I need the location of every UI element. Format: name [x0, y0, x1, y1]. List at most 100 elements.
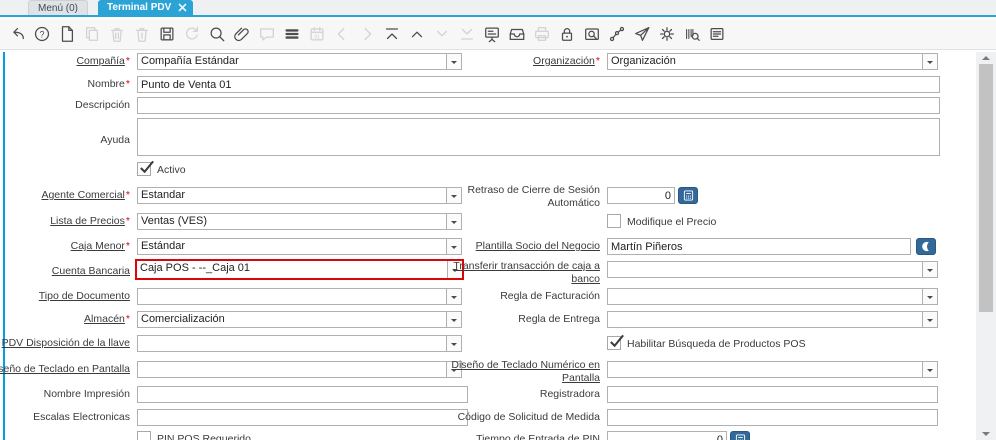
tipo-documento-label[interactable]: Tipo de Documento — [0, 290, 130, 303]
almacen-label[interactable]: Almacén* — [0, 313, 130, 326]
ayuda-textarea[interactable] — [137, 118, 940, 156]
compania-combobox[interactable]: Compañía Estándar — [137, 53, 462, 70]
copy-record-button — [83, 25, 101, 43]
transferir-combobox[interactable] — [607, 261, 938, 278]
transferir-value — [608, 262, 922, 277]
nombre-label: Nombre* — [87, 78, 130, 90]
lista-precios-label[interactable]: Lista de Precios* — [0, 215, 130, 228]
almacen-combobox[interactable]: Comercialización — [137, 311, 462, 328]
scroll-down-icon[interactable] — [982, 432, 990, 436]
habilitar-busqueda-checkbox[interactable] — [607, 334, 624, 350]
presentation-button[interactable] — [483, 25, 501, 43]
tipo-documento-value — [138, 289, 446, 304]
cuenta-bancaria-label[interactable]: Cuenta Bancaria — [0, 265, 130, 278]
grid-toggle-button[interactable] — [283, 25, 301, 43]
tiempo-pin-calculator-button[interactable] — [730, 431, 750, 440]
escalas-input[interactable] — [137, 409, 468, 426]
report-icon — [708, 25, 726, 43]
transferir-dropdown-arrow-icon[interactable] — [922, 262, 937, 277]
new-record-button[interactable] — [58, 25, 76, 43]
help-button[interactable]: ? — [33, 25, 51, 43]
teclado-pantalla-label[interactable]: Diseño de Teclado en Pantalla — [0, 363, 130, 376]
retraso-calculator-button[interactable] — [678, 187, 698, 204]
regla-entrega-dropdown-arrow-icon[interactable] — [922, 312, 937, 327]
required-marker: * — [595, 55, 600, 67]
print-icon — [533, 25, 551, 43]
close-tab-icon[interactable] — [178, 3, 187, 12]
undo-button[interactable] — [8, 25, 26, 43]
caja-menor-combobox[interactable]: Estándar — [137, 238, 462, 255]
first-record-button[interactable] — [383, 25, 401, 43]
grid-toggle-icon — [283, 25, 301, 43]
teclado-numerico-dropdown-arrow-icon[interactable] — [922, 362, 937, 377]
scroll-up-icon[interactable] — [982, 56, 990, 60]
tiempo-pin-input[interactable] — [607, 431, 727, 440]
pdv-llave-label[interactable]: PDV Disposición de la llave — [0, 337, 130, 350]
plantilla-input[interactable] — [607, 238, 911, 255]
lock-button[interactable] — [558, 25, 576, 43]
calendar-icon: 31 — [308, 25, 326, 43]
nombre-impresion-input[interactable] — [137, 386, 468, 403]
required-marker: * — [125, 313, 130, 325]
plantilla-record-button[interactable] — [916, 238, 936, 255]
organizacion-combobox[interactable]: Organización — [607, 53, 938, 70]
caja-menor-label[interactable]: Caja Menor* — [0, 240, 130, 253]
tab-terminal-pdv-label: Terminal PDV — [107, 2, 172, 13]
transferir-label[interactable]: Transferir transacción de caja a banco — [430, 260, 600, 286]
settings-button[interactable] — [658, 25, 676, 43]
teclado-pantalla-combobox[interactable] — [137, 361, 462, 378]
nombre-input[interactable] — [137, 76, 940, 93]
regla-entrega-combobox[interactable] — [607, 311, 938, 328]
svg-text:?: ? — [39, 29, 44, 39]
tipo-documento-combobox[interactable] — [137, 288, 462, 305]
teclado-pantalla-value — [138, 362, 446, 377]
agente-comercial-combobox[interactable]: Estandar — [137, 187, 462, 204]
delete-record-icon — [108, 25, 126, 43]
codigo-solicitud-label: Código de Solicitud de Medida — [457, 411, 600, 423]
delete-selection-icon — [133, 25, 151, 43]
codigo-solicitud-input[interactable] — [607, 409, 938, 426]
activo-label: Activo — [157, 164, 186, 176]
workflow-button[interactable] — [608, 25, 626, 43]
regla-facturacion-combobox[interactable] — [607, 288, 938, 305]
tab-terminal-pdv[interactable]: Terminal PDV — [98, 0, 194, 15]
teclado-numerico-label[interactable]: Diseño de Teclado Numérico en Pantalla — [430, 359, 600, 385]
pdv-llave-dropdown-arrow-icon[interactable] — [446, 336, 461, 351]
toolbar: ? 31 — [0, 19, 996, 50]
compania-label[interactable]: Compañía* — [0, 55, 130, 68]
teclado-numerico-combobox[interactable] — [607, 361, 938, 378]
activo-checkbox[interactable] — [137, 160, 154, 176]
descripcion-input[interactable] — [137, 97, 940, 114]
plantilla-label[interactable]: Plantilla Socio del Negocio — [430, 240, 600, 253]
regla-entrega-label: Regla de Entrega — [518, 313, 600, 325]
barcode-scan-button[interactable] — [683, 25, 701, 43]
retraso-input[interactable] — [607, 187, 675, 204]
lista-precios-dropdown-arrow-icon[interactable] — [446, 214, 461, 229]
report-button[interactable] — [708, 25, 726, 43]
pin-requerido-checkbox[interactable] — [137, 431, 151, 440]
lista-precios-combobox[interactable]: Ventas (VES) — [137, 213, 462, 230]
tab-bar: Menú (0) Terminal PDV — [0, 0, 996, 17]
regla-facturacion-dropdown-arrow-icon[interactable] — [922, 289, 937, 304]
next-record-icon — [358, 25, 376, 43]
registradora-input[interactable] — [607, 386, 938, 403]
parent-record-button[interactable] — [408, 25, 426, 43]
archive-button[interactable] — [508, 25, 526, 43]
scrollbar-thumb[interactable] — [979, 64, 993, 312]
modifique-precio-checkbox[interactable] — [607, 214, 621, 228]
organizacion-value: Organización — [611, 55, 676, 67]
pdv-llave-value — [138, 336, 446, 351]
vertical-scrollbar[interactable] — [976, 52, 996, 440]
find-button[interactable] — [208, 25, 226, 43]
pin-requerido-label: PIN POS Requerido — [157, 433, 251, 440]
attachment-button[interactable] — [233, 25, 251, 43]
preview-button[interactable] — [583, 25, 601, 43]
organizacion-dropdown-arrow-icon[interactable] — [922, 54, 937, 69]
organizacion-label[interactable]: Organización* — [430, 55, 600, 68]
send-button[interactable] — [633, 25, 651, 43]
cuenta-bancaria-combobox[interactable]: Caja POS - --_Caja 01 — [135, 259, 464, 280]
tab-menu[interactable]: Menú (0) — [28, 0, 89, 15]
agente-comercial-label[interactable]: Agente Comercial* — [0, 189, 130, 202]
pdv-llave-combobox[interactable] — [137, 335, 462, 352]
save-button[interactable] — [158, 25, 176, 43]
